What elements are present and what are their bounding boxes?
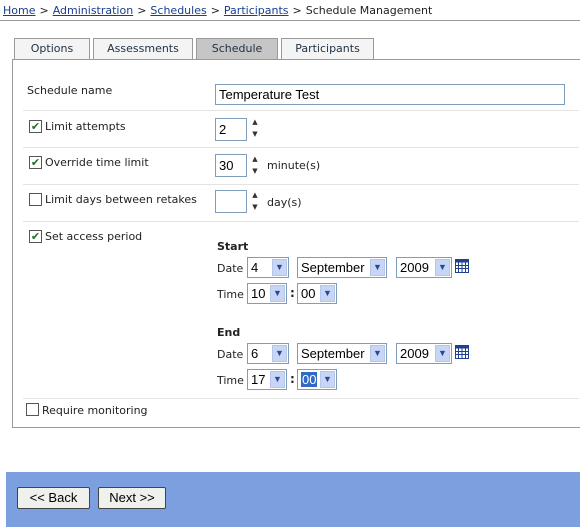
access-period-label: Set access period [45, 230, 143, 243]
chevron-down-icon[interactable]: ▼ [270, 285, 285, 302]
back-button[interactable]: << Back [17, 487, 90, 509]
limit-attempts-row: ✔ Limit attempts ▲▼ [23, 111, 579, 148]
start-minute-select[interactable]: 00 ▼ [297, 283, 337, 304]
end-heading: End [217, 326, 241, 339]
override-time-limit-checkbox[interactable]: ✔ [29, 156, 42, 169]
start-time-label: Time [217, 288, 244, 301]
override-time-limit-spinner[interactable]: ▲ ▼ [250, 153, 260, 177]
start-minute-value: 00 [301, 286, 316, 301]
start-year-value: 2009 [400, 260, 429, 275]
limit-attempts-checkbox[interactable]: ✔ [29, 120, 42, 133]
chevron-down-icon[interactable]: ▼ [320, 285, 335, 302]
limit-days-row: Limit days between retakes ▲ ▼ day(s) [23, 185, 579, 222]
spin-up-icon[interactable]: ▲ [250, 189, 260, 201]
schedule-name-row: Schedule name [23, 73, 579, 111]
end-day-value: 6 [251, 346, 259, 361]
limit-days-label: Limit days between retakes [45, 193, 197, 206]
breadcrumb-link-participants[interactable]: Participants [224, 4, 289, 17]
limit-attempts-label: Limit attempts [45, 120, 126, 133]
limit-days-spinner[interactable]: ▲ ▼ [250, 189, 260, 213]
footer-bar: << Back Next >> [6, 472, 580, 527]
end-time-label: Time [217, 374, 244, 387]
start-day-select[interactable]: 4 ▼ [247, 257, 289, 278]
start-heading: Start [217, 240, 249, 253]
require-monitoring-row: Require monitoring [23, 399, 579, 427]
chevron-down-icon[interactable]: ▼ [270, 371, 285, 388]
breadcrumb-link-home[interactable]: Home [3, 4, 35, 17]
time-separator: : [290, 286, 295, 300]
breadcrumb-divider [0, 20, 580, 21]
limit-attempts-input[interactable] [215, 118, 247, 141]
schedule-name-input[interactable] [215, 84, 565, 105]
end-month-value: September [301, 346, 365, 361]
spin-up-icon[interactable]: ▲ [250, 153, 260, 165]
start-day-value: 4 [251, 260, 259, 275]
breadcrumb-link-administration[interactable]: Administration [53, 4, 134, 17]
chevron-down-icon[interactable]: ▼ [370, 345, 385, 362]
require-monitoring-label: Require monitoring [42, 404, 148, 417]
end-hour-value: 17 [251, 372, 266, 387]
end-date-label: Date [217, 348, 244, 361]
end-hour-select[interactable]: 17 ▼ [247, 369, 287, 390]
breadcrumb: Home > Administration > Schedules > Participan… [3, 4, 432, 17]
tab-participants[interactable]: Participants [281, 38, 374, 59]
start-month-select[interactable]: September ▼ [297, 257, 387, 278]
breadcrumb-separator: > [292, 4, 302, 17]
override-time-limit-label: Override time limit [45, 156, 149, 169]
end-month-select[interactable]: September ▼ [297, 343, 387, 364]
minutes-unit-label: minute(s) [267, 159, 321, 172]
limit-days-input[interactable] [215, 190, 247, 213]
chevron-down-icon[interactable]: ▼ [272, 259, 287, 276]
breadcrumb-separator: > [137, 4, 147, 17]
end-minute-value: 00 [301, 372, 318, 387]
breadcrumb-separator: > [39, 4, 49, 17]
breadcrumb-current: Schedule Management [305, 4, 433, 17]
end-minute-select[interactable]: 00 ▼ [297, 369, 337, 390]
schedule-panel: Schedule name ✔ Limit attempts ▲▼ ✔ Over… [12, 59, 580, 428]
breadcrumb-separator: > [210, 4, 220, 17]
days-unit-label: day(s) [267, 196, 302, 209]
check-icon: ✔ [30, 156, 41, 169]
end-year-select[interactable]: 2009 ▼ [396, 343, 452, 364]
tab-schedule[interactable]: Schedule [196, 38, 278, 60]
chevron-down-icon[interactable]: ▼ [272, 345, 287, 362]
check-icon: ✔ [30, 120, 41, 133]
calendar-icon[interactable] [455, 259, 469, 273]
tab-options[interactable]: Options [14, 38, 90, 59]
limit-attempts-spinner[interactable]: ▲ ▼ [250, 116, 260, 140]
start-month-value: September [301, 260, 365, 275]
override-time-limit-input[interactable] [215, 154, 247, 177]
spin-down-icon[interactable]: ▼ [250, 165, 260, 177]
access-period-row: ✔ Set access period Start Date 4 ▼ Septem… [23, 222, 579, 399]
access-period-checkbox[interactable]: ✔ [29, 230, 42, 243]
end-day-select[interactable]: 6 ▼ [247, 343, 289, 364]
spin-down-icon[interactable]: ▼ [250, 128, 260, 140]
next-button[interactable]: Next >> [98, 487, 166, 509]
start-date-label: Date [217, 262, 244, 275]
chevron-down-icon[interactable]: ▼ [435, 259, 450, 276]
calendar-icon[interactable] [455, 345, 469, 359]
schedule-name-label: Schedule name [27, 84, 113, 97]
chevron-down-icon[interactable]: ▼ [370, 259, 385, 276]
start-year-select[interactable]: 2009 ▼ [396, 257, 452, 278]
require-monitoring-checkbox[interactable] [26, 403, 39, 416]
time-separator: : [290, 372, 295, 386]
breadcrumb-link-schedules[interactable]: Schedules [150, 4, 206, 17]
check-icon: ✔ [30, 230, 41, 243]
start-hour-select[interactable]: 10 ▼ [247, 283, 287, 304]
start-hour-value: 10 [251, 286, 266, 301]
chevron-down-icon[interactable]: ▼ [320, 371, 335, 388]
chevron-down-icon[interactable]: ▼ [435, 345, 450, 362]
end-year-value: 2009 [400, 346, 429, 361]
override-time-limit-row: ✔ Override time limit ▲▼ minute(s) [23, 148, 579, 185]
spin-down-icon[interactable]: ▼ [250, 201, 260, 213]
tab-assessments[interactable]: Assessments [93, 38, 193, 59]
spin-up-icon[interactable]: ▲ [250, 116, 260, 128]
limit-days-checkbox[interactable] [29, 193, 42, 206]
